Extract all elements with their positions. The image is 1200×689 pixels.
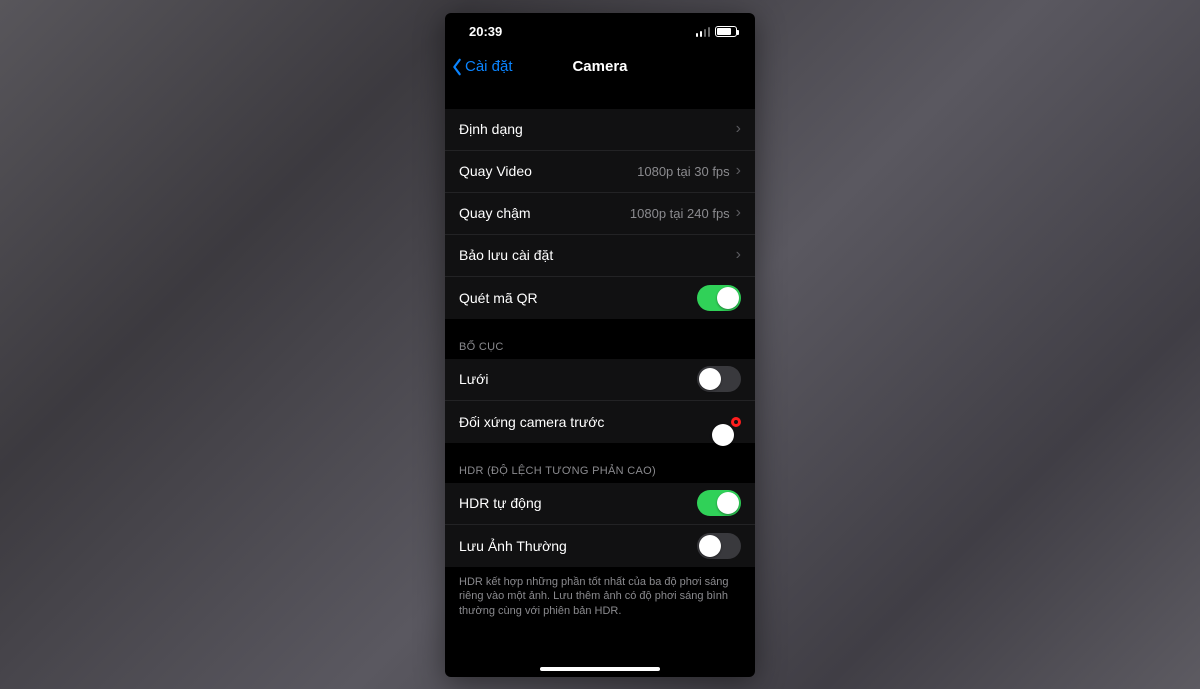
back-label: Cài đặt [465, 58, 513, 75]
row-label: HDR tự động [459, 495, 542, 511]
chevron-right-icon: › [736, 247, 741, 263]
status-right [696, 26, 738, 37]
home-indicator[interactable] [540, 667, 660, 671]
row-label: Quay chậm [459, 205, 531, 221]
row-label: Quét mã QR [459, 290, 538, 306]
status-bar: 20:39 [445, 13, 755, 47]
row-format[interactable]: Định dạng › [445, 109, 755, 151]
settings-group-layout: Lưới Đối xứng camera trước [445, 359, 755, 443]
row-auto-hdr: HDR tự động [445, 483, 755, 525]
row-keep-normal-photo: Lưu Ảnh Thường [445, 525, 755, 567]
chevron-right-icon: › [736, 205, 741, 221]
row-mirror-front-camera: Đối xứng camera trước [445, 401, 755, 443]
row-grid: Lưới [445, 359, 755, 401]
row-label: Định dạng [459, 121, 523, 137]
row-slow-mo[interactable]: Quay chậm 1080p tại 240 fps › [445, 193, 755, 235]
row-label: Quay Video [459, 163, 532, 179]
row-label: Lưu Ảnh Thường [459, 538, 567, 554]
row-value: 1080p tại 30 fps [637, 164, 730, 179]
section-footer-hdr: HDR kết hợp những phần tốt nhất của ba đ… [445, 567, 755, 638]
toggle-auto-hdr[interactable] [697, 490, 741, 516]
toggle-scan-qr[interactable] [697, 285, 741, 311]
cellular-signal-icon [696, 27, 711, 37]
row-label: Lưới [459, 371, 488, 387]
chevron-right-icon: › [736, 163, 741, 179]
back-button[interactable]: Cài đặt [451, 58, 513, 76]
settings-group-hdr: HDR tự động Lưu Ảnh Thường [445, 483, 755, 567]
row-label: Bảo lưu cài đặt [459, 247, 553, 263]
section-header-hdr: HDR (ĐỘ LỆCH TƯƠNG PHẢN CAO) [445, 443, 755, 483]
battery-icon [715, 26, 737, 37]
row-value: 1080p tại 240 fps [630, 206, 730, 221]
row-scan-qr: Quét mã QR [445, 277, 755, 319]
row-record-video[interactable]: Quay Video 1080p tại 30 fps › [445, 151, 755, 193]
settings-group-1: Định dạng › Quay Video 1080p tại 30 fps … [445, 109, 755, 319]
row-preserve-settings[interactable]: Bảo lưu cài đặt › [445, 235, 755, 277]
nav-bar: Cài đặt Camera [445, 47, 755, 87]
chevron-left-icon [451, 58, 463, 76]
annotation-highlight [731, 417, 741, 427]
phone-frame: 20:39 Cài đặt Camera Định dạng › Quay Vi… [445, 13, 755, 677]
toggle-grid[interactable] [697, 366, 741, 392]
toggle-keep-normal-photo[interactable] [697, 533, 741, 559]
page-title: Camera [572, 58, 627, 75]
section-header-layout: BỐ CỤC [445, 319, 755, 359]
chevron-right-icon: › [736, 121, 741, 137]
section-gap [445, 87, 755, 109]
status-time: 20:39 [469, 24, 502, 39]
row-label: Đối xứng camera trước [459, 414, 604, 430]
